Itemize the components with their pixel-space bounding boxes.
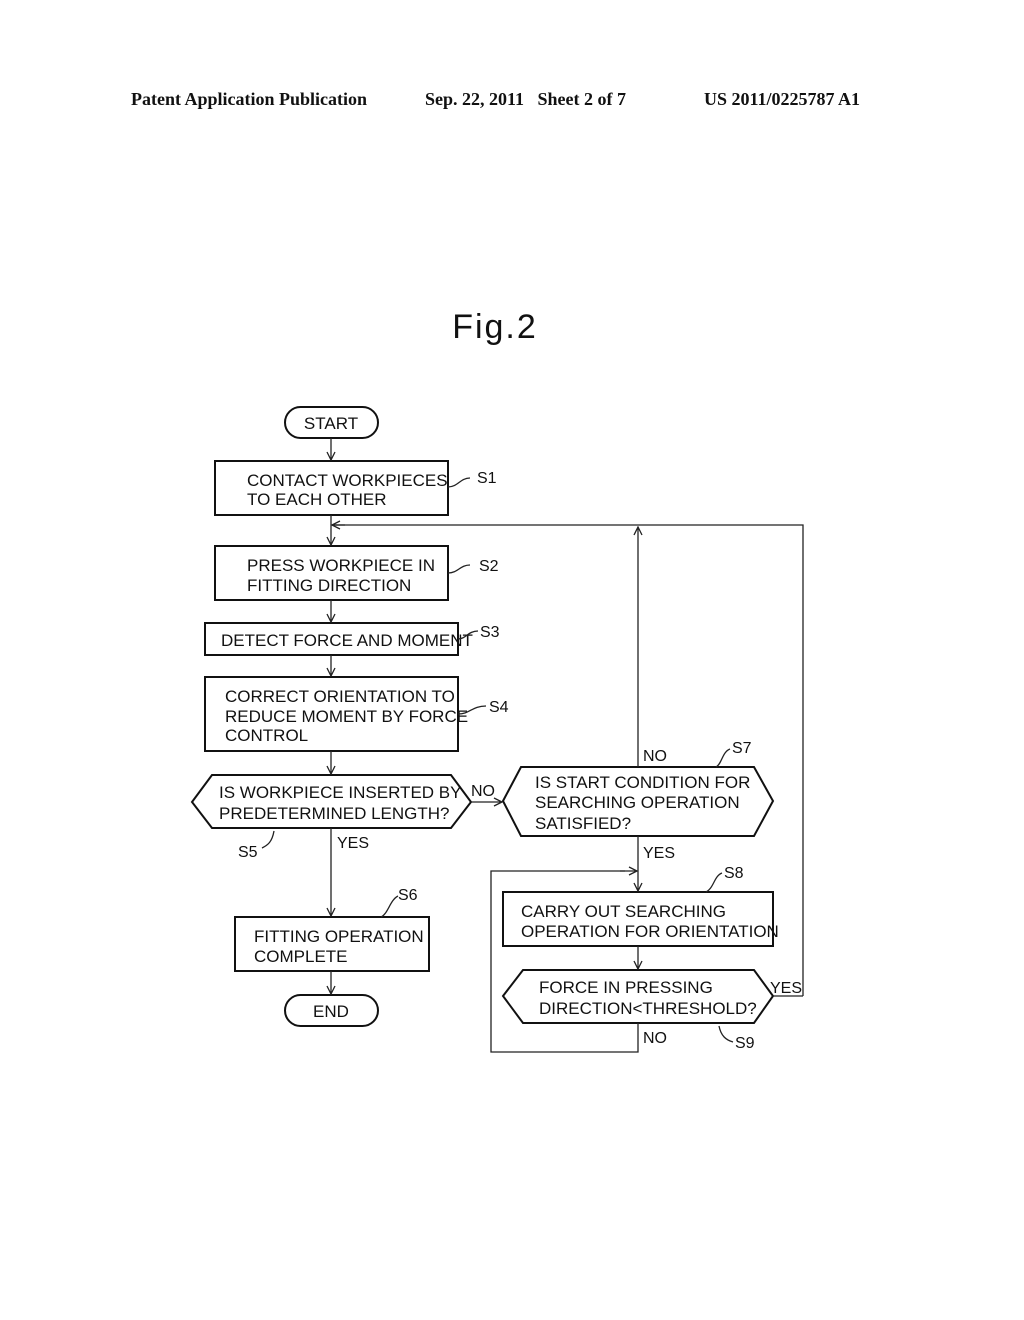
decision-s5-id: S5 — [238, 844, 258, 861]
decision-s5-line2: PREDETERMINED LENGTH? — [219, 804, 449, 823]
start-terminal: START — [284, 406, 379, 439]
decision-s9-yes-label: YES — [770, 980, 802, 997]
decision-s7-line3: SATISFIED? — [535, 814, 631, 833]
end-label: END — [313, 1002, 349, 1021]
decision-s7-yes-label: YES — [643, 845, 675, 862]
step-s6-line2: COMPLETE — [254, 947, 348, 966]
step-s3-id: S3 — [480, 624, 500, 641]
step-s2-line2: FITTING DIRECTION — [247, 576, 411, 595]
flowchart: START CONTACT WORKPIECES TO EACH OTHER S… — [190, 406, 804, 1053]
step-s4-line2: REDUCE MOMENT BY FORCE — [225, 707, 468, 726]
decision-s5-line1: IS WORKPIECE INSERTED BY — [219, 783, 461, 802]
decision-s5: IS WORKPIECE INSERTED BY PREDETERMINED L… — [190, 774, 495, 861]
step-s2-line1: PRESS WORKPIECE IN — [247, 556, 435, 575]
step-s4: CORRECT ORIENTATION TO REDUCE MOMENT BY … — [204, 676, 509, 752]
step-s6-line1: FITTING OPERATION — [254, 927, 424, 946]
step-s1-line1: CONTACT WORKPIECES — [247, 471, 448, 490]
end-terminal: END — [284, 994, 379, 1027]
step-s8-id: S8 — [724, 865, 744, 882]
decision-s5-no-label: NO — [471, 783, 495, 800]
step-s8-line2: OPERATION FOR ORIENTATION — [521, 922, 779, 941]
step-s1-id: S1 — [477, 470, 497, 487]
step-s6-id: S6 — [398, 887, 418, 904]
start-label: START — [304, 414, 358, 433]
decision-s9-id: S9 — [735, 1035, 755, 1052]
decision-s9: FORCE IN PRESSING DIRECTION<THRESHOLD? S… — [501, 969, 802, 1052]
step-s3: DETECT FORCE AND MOMENT S3 — [204, 622, 500, 656]
step-s8: CARRY OUT SEARCHING OPERATION FOR ORIENT… — [502, 865, 779, 947]
step-s1-line2: TO EACH OTHER — [247, 490, 386, 509]
step-s6: FITTING OPERATION COMPLETE S6 — [234, 887, 430, 972]
step-s4-id: S4 — [489, 699, 509, 716]
step-s4-line3: CONTROL — [225, 726, 308, 745]
decision-s9-line1: FORCE IN PRESSING — [539, 978, 713, 997]
decision-s7-id: S7 — [732, 740, 752, 757]
step-s3-line1: DETECT FORCE AND MOMENT — [221, 631, 473, 650]
step-s8-line1: CARRY OUT SEARCHING — [521, 902, 726, 921]
decision-s9-no-label: NO — [643, 1030, 667, 1047]
decision-s5-yes-label: YES — [337, 835, 369, 852]
decision-s7-line1: IS START CONDITION FOR — [535, 773, 750, 792]
step-s4-line1: CORRECT ORIENTATION TO — [225, 687, 455, 706]
decision-s9-line2: DIRECTION<THRESHOLD? — [539, 999, 757, 1018]
decision-s7-line2: SEARCHING OPERATION — [535, 793, 740, 812]
step-s1: CONTACT WORKPIECES TO EACH OTHER S1 — [214, 460, 497, 516]
step-s2-id: S2 — [479, 558, 499, 575]
step-s2: PRESS WORKPIECE IN FITTING DIRECTION S2 — [214, 545, 499, 601]
decision-s7-no-label: NO — [643, 748, 667, 765]
